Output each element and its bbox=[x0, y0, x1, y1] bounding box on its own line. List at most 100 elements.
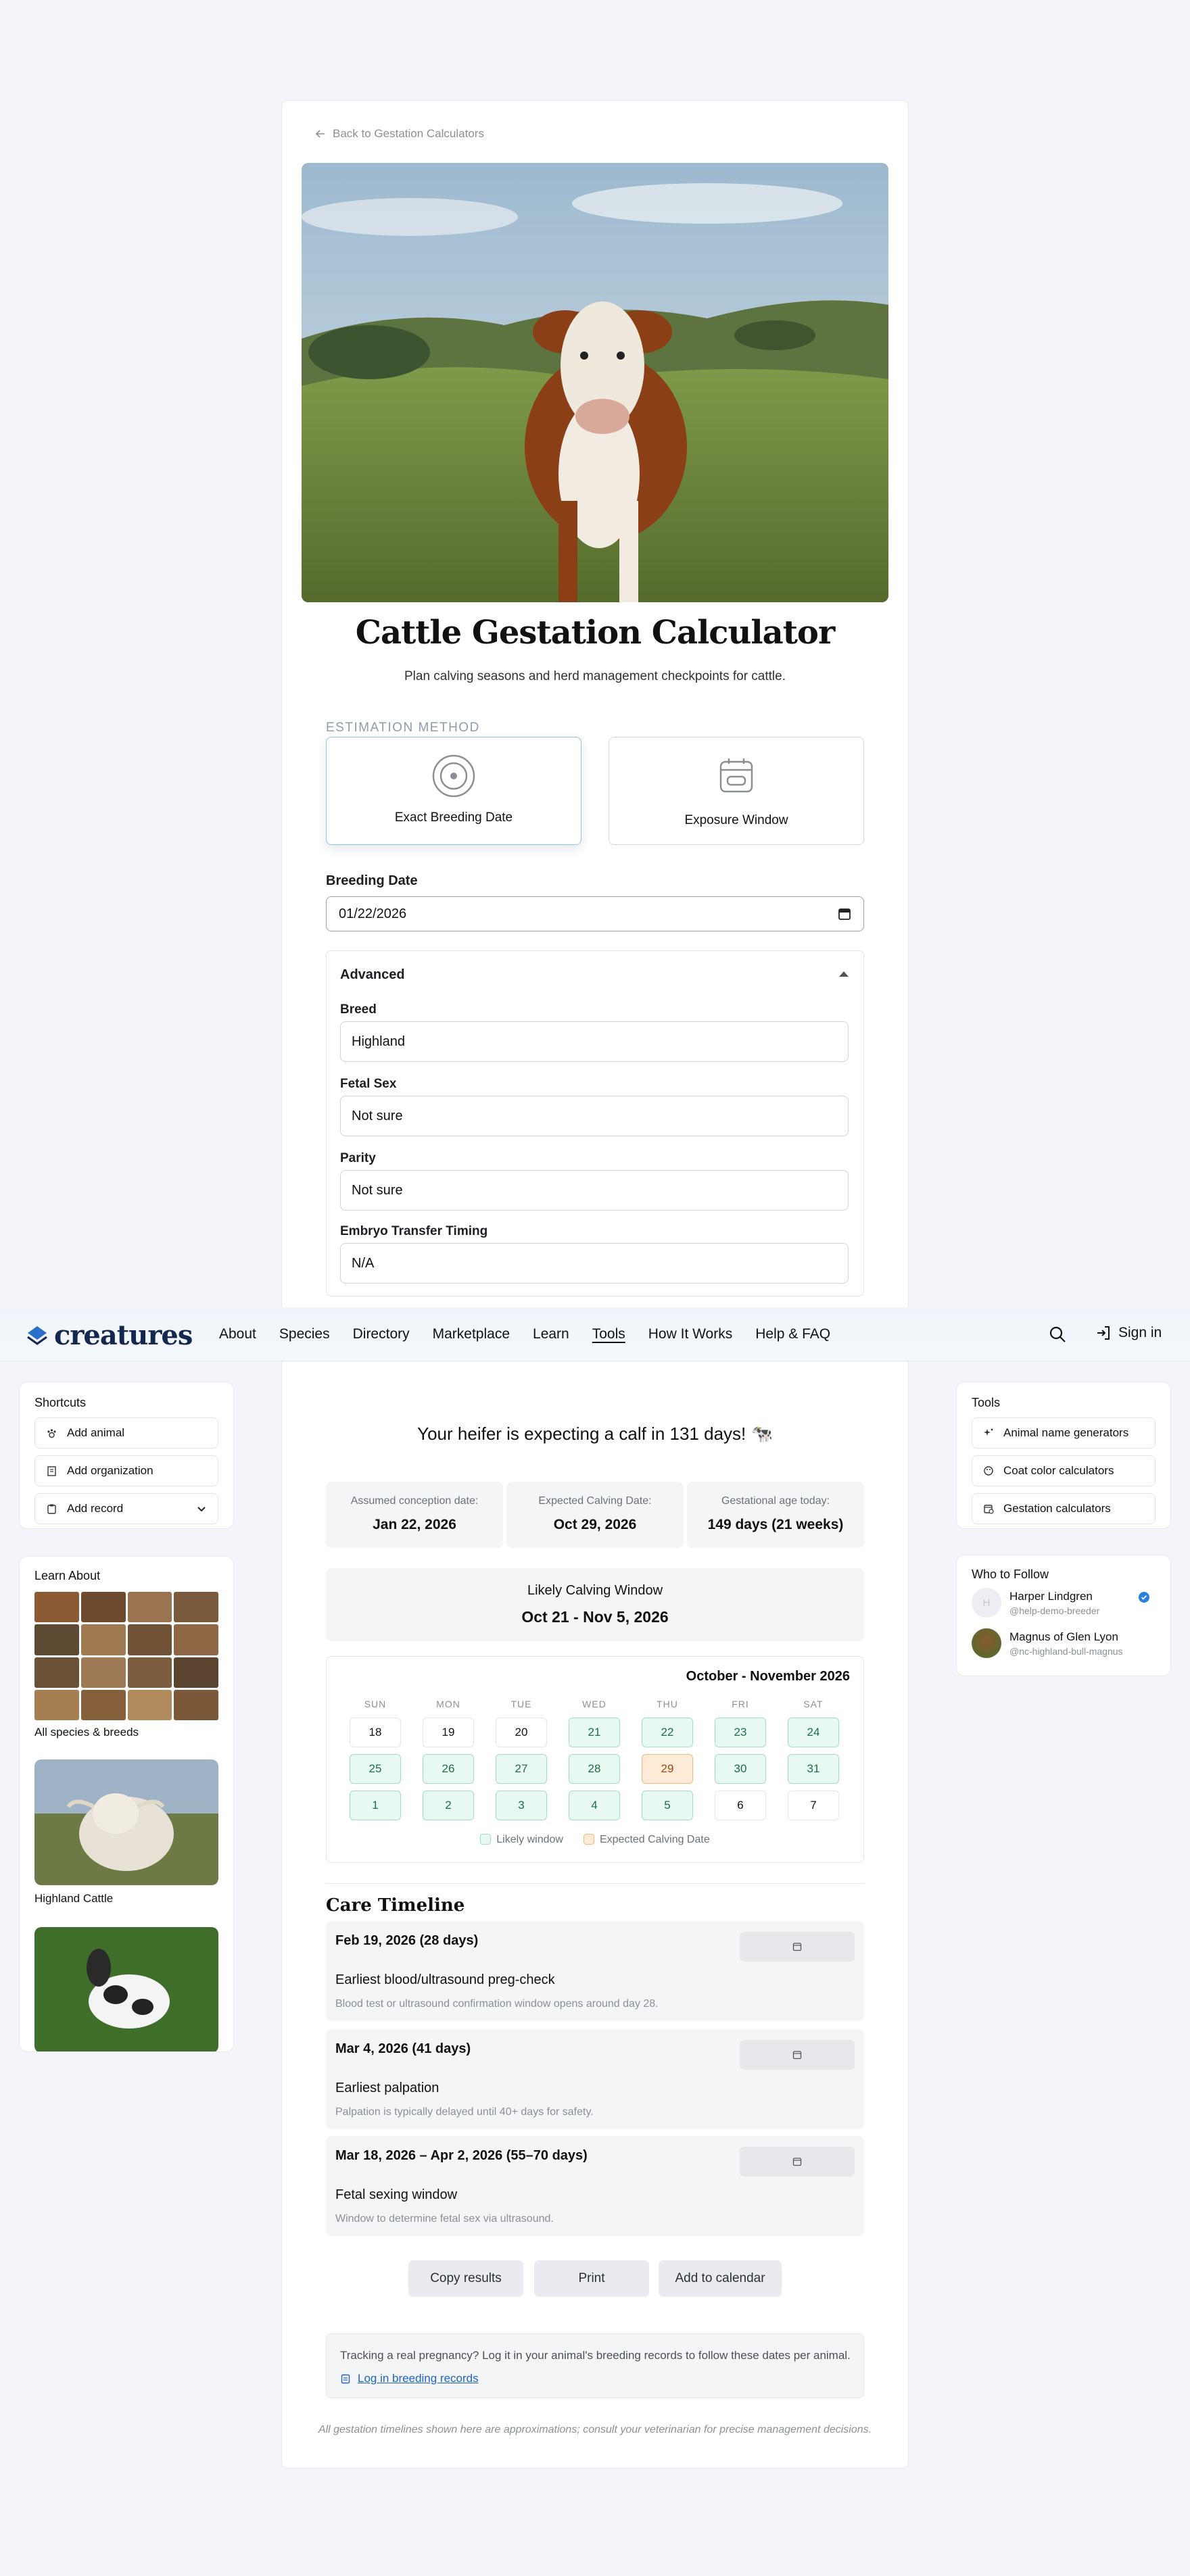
calendar-icon bbox=[792, 2051, 802, 2060]
calving-calendar: October - November 2026 Likely window Ex… bbox=[326, 1656, 864, 1863]
embryo-transfer-select[interactable]: N/A bbox=[340, 1243, 849, 1284]
paw-icon bbox=[47, 1428, 56, 1438]
calving-window: Likely Calving Window Oct 21 - Nov 5, 20… bbox=[326, 1568, 864, 1641]
calendar-day[interactable]: 25 bbox=[350, 1754, 401, 1784]
add-record-button[interactable]: Add record bbox=[34, 1493, 218, 1524]
back-link[interactable]: Back to Gestation Calculators bbox=[315, 127, 484, 141]
calendar-day[interactable]: 19 bbox=[423, 1718, 474, 1747]
timeline-desc: Palpation is typically delayed until 40+… bbox=[335, 2106, 594, 2118]
log-breeding-records-link[interactable]: Log in breeding records bbox=[340, 2372, 479, 2385]
legend-likely-label: Likely window bbox=[496, 1834, 563, 1845]
breed-select[interactable]: Highland bbox=[340, 1021, 849, 1062]
calendar-day[interactable]: 30 bbox=[715, 1754, 766, 1784]
calendar-day[interactable]: 5 bbox=[642, 1791, 693, 1820]
parity-label: Parity bbox=[340, 1151, 376, 1165]
calendar-day[interactable]: 22 bbox=[642, 1718, 693, 1747]
calendar-day[interactable]: 6 bbox=[715, 1791, 766, 1820]
calendar-day[interactable]: 31 bbox=[788, 1754, 839, 1784]
calendar-day[interactable]: 7 bbox=[788, 1791, 839, 1820]
calendar-day[interactable]: 27 bbox=[496, 1754, 547, 1784]
calendar-icon[interactable] bbox=[838, 907, 851, 921]
stat-calving-date: Expected Calving Date: Oct 29, 2026 bbox=[506, 1482, 684, 1548]
coat-color-calculators-label: Coat color calculators bbox=[1003, 1464, 1114, 1477]
tools-card: Tools Animal name generators Coat color … bbox=[956, 1382, 1171, 1529]
highland-cattle-image[interactable] bbox=[34, 1759, 218, 1885]
parity-value: Not sure bbox=[352, 1182, 403, 1198]
calendar-dow-sun: SUN bbox=[364, 1699, 387, 1709]
parity-select[interactable]: Not sure bbox=[340, 1170, 849, 1211]
nav-tools[interactable]: Tools bbox=[592, 1326, 625, 1342]
timeline-date: Mar 4, 2026 (41 days) bbox=[335, 2041, 471, 2056]
donkey-image[interactable] bbox=[34, 1927, 218, 2051]
logo[interactable]: creatures bbox=[26, 1319, 193, 1351]
calendar-dow-fri: FRI bbox=[732, 1699, 749, 1709]
nav-how-it-works[interactable]: How It Works bbox=[648, 1326, 732, 1342]
calendar-day[interactable]: 26 bbox=[423, 1754, 474, 1784]
highland-cattle-link[interactable]: Highland Cattle bbox=[34, 1892, 113, 1905]
fetal-sex-select[interactable]: Not sure bbox=[340, 1096, 849, 1136]
embryo-transfer-label: Embryo Transfer Timing bbox=[340, 1224, 488, 1238]
calendar-day[interactable]: 23 bbox=[715, 1718, 766, 1747]
advanced-title[interactable]: Advanced bbox=[340, 967, 405, 983]
copy-results-button[interactable]: Copy results bbox=[408, 2260, 523, 2297]
tools-title: Tools bbox=[972, 1396, 1001, 1409]
animal-name-generators-button[interactable]: Animal name generators bbox=[972, 1417, 1156, 1449]
clipboard-icon bbox=[47, 1504, 56, 1514]
calendar-dow-wed: WED bbox=[582, 1699, 606, 1709]
section-divider bbox=[326, 1883, 864, 1884]
calendar-day[interactable]: 28 bbox=[569, 1754, 620, 1784]
calendar-clock-icon bbox=[984, 1505, 994, 1514]
add-animal-button[interactable]: Add animal bbox=[34, 1417, 218, 1449]
add-organization-button[interactable]: Add organization bbox=[34, 1455, 218, 1486]
caret-up-icon[interactable] bbox=[839, 971, 849, 977]
logo-text: creatures bbox=[54, 1319, 193, 1351]
calendar-day[interactable]: 3 bbox=[496, 1791, 547, 1820]
method-exposure-window[interactable]: Exposure Window bbox=[609, 737, 864, 845]
print-button[interactable]: Print bbox=[534, 2260, 649, 2297]
calendar-day[interactable]: 1 bbox=[350, 1791, 401, 1820]
timeline-desc: Window to determine fetal sex via ultras… bbox=[335, 2213, 554, 2225]
calendar-day[interactable]: 18 bbox=[350, 1718, 401, 1747]
advanced-panel: Advanced Breed Highland Fetal Sex Not su… bbox=[326, 950, 864, 1296]
follow-name: Magnus of Glen Lyon bbox=[1009, 1630, 1118, 1643]
top-navbar: creatures About Species Directory Market… bbox=[0, 1307, 1190, 1361]
nav-directory[interactable]: Directory bbox=[353, 1326, 410, 1342]
calendar-day[interactable]: 2 bbox=[423, 1791, 474, 1820]
nav-about[interactable]: About bbox=[219, 1326, 256, 1342]
method-label: Exposure Window bbox=[684, 813, 788, 827]
nav-help-faq[interactable]: Help & FAQ bbox=[755, 1326, 830, 1342]
calving-window-value: Oct 21 - Nov 5, 2026 bbox=[521, 1608, 669, 1626]
follow-item[interactable]: Magnus of Glen Lyon @nc-highland-bull-ma… bbox=[972, 1628, 1123, 1658]
add-to-calendar-button[interactable] bbox=[740, 1932, 855, 1962]
add-to-calendar-action-button[interactable]: Add to calendar bbox=[659, 2260, 782, 2297]
species-grid[interactable] bbox=[34, 1592, 218, 1720]
gestation-calculators-label: Gestation calculators bbox=[1003, 1502, 1111, 1515]
add-to-calendar-button[interactable] bbox=[740, 2147, 855, 2177]
all-species-link[interactable]: All species & breeds bbox=[34, 1726, 139, 1739]
sign-in-button[interactable]: Sign in bbox=[1095, 1325, 1162, 1341]
calendar-dow-sat: SAT bbox=[803, 1699, 824, 1709]
calendar-day[interactable]: 4 bbox=[569, 1791, 620, 1820]
method-exact-breeding-date[interactable]: Exact Breeding Date bbox=[326, 737, 581, 845]
target-icon bbox=[432, 754, 475, 798]
add-to-calendar-button[interactable] bbox=[740, 2040, 855, 2070]
search-icon[interactable] bbox=[1048, 1325, 1067, 1344]
breed-value: Highland bbox=[352, 1034, 405, 1049]
gestation-calculators-button[interactable]: Gestation calculators bbox=[972, 1493, 1156, 1524]
calendar-day[interactable]: 20 bbox=[496, 1718, 547, 1747]
chevron-down-icon[interactable] bbox=[196, 1503, 207, 1514]
breeding-date-input[interactable]: 01/22/2026 bbox=[326, 896, 864, 931]
nav-marketplace[interactable]: Marketplace bbox=[433, 1326, 510, 1342]
nav-learn[interactable]: Learn bbox=[533, 1326, 569, 1342]
calendar-dow-thu: THU bbox=[657, 1699, 678, 1709]
calendar-day[interactable]: 29 bbox=[642, 1754, 693, 1784]
coat-color-calculators-button[interactable]: Coat color calculators bbox=[972, 1455, 1156, 1486]
follow-item[interactable]: H Harper Lindgren @help-demo-breeder bbox=[972, 1588, 1099, 1618]
nav-species[interactable]: Species bbox=[279, 1326, 330, 1342]
building-icon bbox=[47, 1465, 56, 1476]
calendar-icon bbox=[792, 2158, 802, 2166]
add-organization-label: Add organization bbox=[67, 1464, 153, 1477]
calendar-day[interactable]: 24 bbox=[788, 1718, 839, 1747]
back-link-label: Back to Gestation Calculators bbox=[333, 127, 484, 140]
calendar-day[interactable]: 21 bbox=[569, 1718, 620, 1747]
